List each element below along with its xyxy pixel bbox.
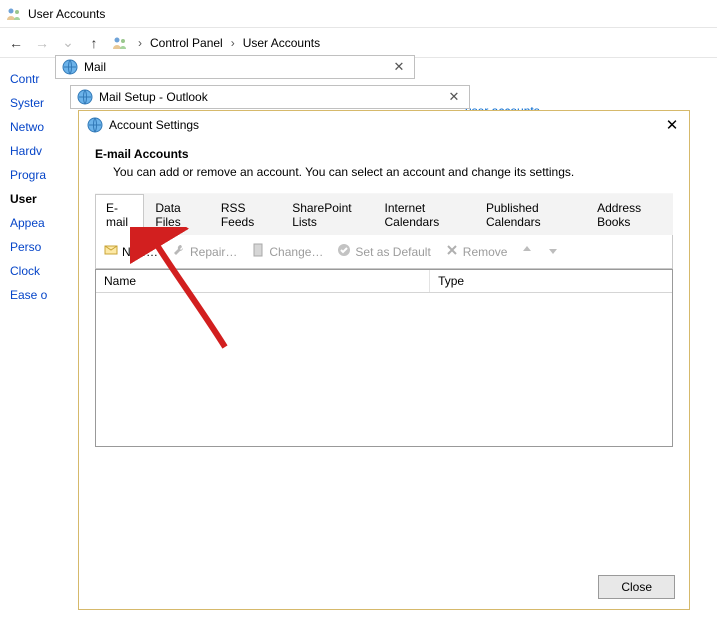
nav-forward-icon[interactable]: → — [34, 35, 50, 51]
breadcrumb: › Control Panel › User Accounts — [138, 34, 324, 52]
tab-rss-feeds[interactable]: RSS Feeds — [210, 194, 281, 235]
change-button-label: Change… — [269, 245, 323, 259]
document-icon — [251, 243, 265, 260]
chevron-right-icon: › — [138, 36, 142, 50]
mail-setup-dialog: Mail Setup - Outlook ✕ — [70, 85, 470, 109]
new-button[interactable]: New… — [104, 243, 158, 260]
column-name[interactable]: Name — [96, 270, 430, 292]
globe-icon — [87, 117, 103, 133]
close-icon[interactable]: ✕ — [445, 89, 463, 105]
wrench-icon — [172, 243, 186, 260]
breadcrumb-root-icon[interactable] — [112, 35, 128, 51]
section-subheading: You can add or remove an account. You ca… — [113, 165, 673, 179]
mail-dialog: Mail ✕ — [55, 55, 415, 79]
move-down-button — [547, 244, 559, 259]
set-default-button-label: Set as Default — [355, 245, 430, 259]
account-settings-dialog: Account Settings ✕ E-mail Accounts You c… — [78, 110, 690, 610]
tab-published-calendars[interactable]: Published Calendars — [475, 194, 586, 235]
new-button-label: New… — [122, 245, 158, 259]
repair-button-label: Repair… — [190, 245, 237, 259]
tab-data-files[interactable]: Data Files — [144, 194, 209, 235]
column-type[interactable]: Type — [430, 270, 672, 292]
mail-dialog-title: Mail — [84, 60, 390, 74]
accounts-list[interactable]: Name Type — [95, 269, 673, 447]
chevron-right-icon: › — [231, 36, 235, 50]
remove-button: Remove — [445, 243, 508, 260]
nav-dropdown-icon[interactable]: ⌄ — [60, 34, 76, 51]
move-up-button — [521, 244, 533, 259]
breadcrumb-user-accounts[interactable]: User Accounts — [239, 34, 324, 52]
tab-bar: E-mail Data Files RSS Feeds SharePoint L… — [95, 193, 673, 235]
breadcrumb-control-panel[interactable]: Control Panel — [146, 34, 227, 52]
tab-sharepoint-lists[interactable]: SharePoint Lists — [281, 194, 373, 235]
globe-icon — [77, 89, 93, 105]
change-button: Change… — [251, 243, 323, 260]
tab-internet-calendars[interactable]: Internet Calendars — [374, 194, 475, 235]
tab-address-books[interactable]: Address Books — [586, 194, 673, 235]
list-header: Name Type — [96, 270, 672, 293]
section-heading: E-mail Accounts — [95, 147, 673, 161]
globe-icon — [62, 59, 78, 75]
toolbar: New… Repair… Change… Set as Default Remo… — [95, 235, 673, 269]
user-accounts-icon — [6, 6, 22, 22]
mail-new-icon — [104, 243, 118, 260]
arrow-up-icon — [521, 244, 533, 259]
dialog-title: Account Settings — [109, 118, 657, 132]
repair-button: Repair… — [172, 243, 237, 260]
check-circle-icon — [337, 243, 351, 260]
mail-setup-title: Mail Setup - Outlook — [99, 90, 445, 104]
x-icon — [445, 243, 459, 260]
tab-email[interactable]: E-mail — [95, 194, 144, 235]
remove-button-label: Remove — [463, 245, 508, 259]
close-button[interactable]: Close — [598, 575, 675, 599]
close-icon[interactable]: ✕ — [390, 59, 408, 75]
window-title: User Accounts — [28, 7, 105, 21]
nav-up-icon[interactable]: ↑ — [86, 35, 102, 51]
close-icon[interactable]: ✕ — [663, 116, 681, 134]
arrow-down-icon — [547, 244, 559, 259]
set-default-button: Set as Default — [337, 243, 430, 260]
nav-back-icon[interactable]: ← — [8, 35, 24, 51]
